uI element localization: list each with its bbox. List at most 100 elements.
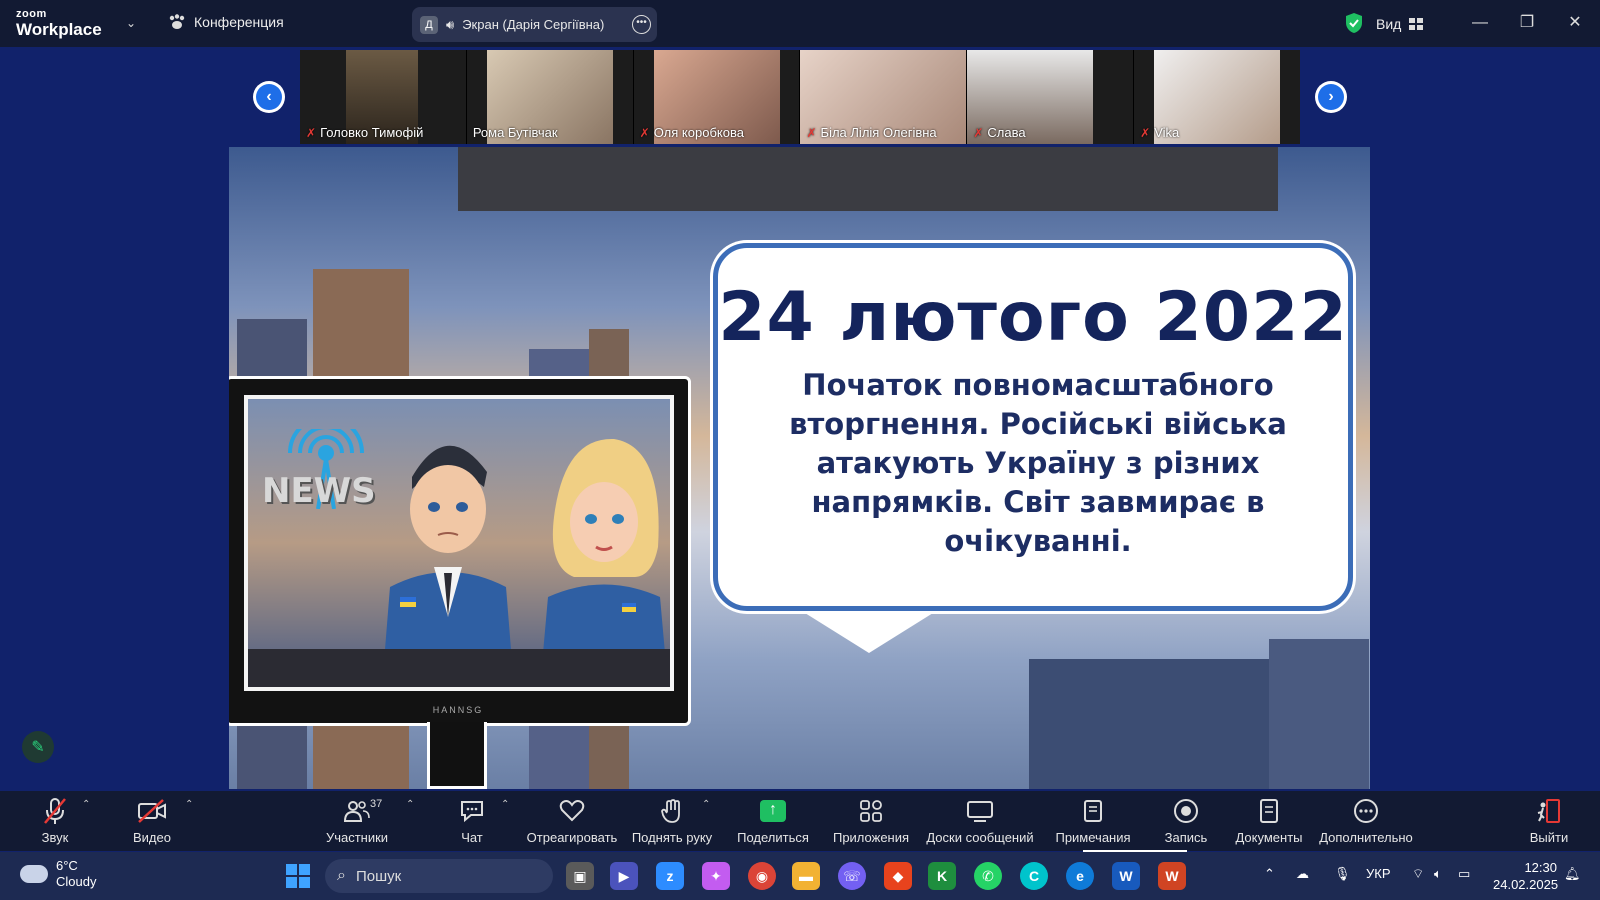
video-label: Видео <box>133 830 171 845</box>
notification-bell-icon[interactable]: 🔔︎ <box>1564 866 1581 882</box>
windows-start-icon[interactable] <box>286 864 310 888</box>
screen-share-indicator[interactable]: Д 🔊︎ Экран (Дарія Сергіївна) ••• <box>412 7 657 42</box>
participants-options-caret[interactable]: ⌃ <box>406 799 414 810</box>
task-view-icon[interactable]: ▣ <box>566 862 594 890</box>
more-options-icon[interactable]: ••• <box>632 15 651 34</box>
minimize-button[interactable]: — <box>1465 10 1495 36</box>
participant-tile[interactable]: ✗ Vika <box>1134 50 1300 144</box>
participant-name: ✗ Оля коробкова <box>639 125 744 140</box>
canva-icon[interactable]: C <box>1020 862 1048 890</box>
video-options-caret[interactable]: ⌃ <box>185 799 193 810</box>
more-button[interactable]: Дополнительно <box>1318 791 1414 851</box>
green-app-icon[interactable]: K <box>928 862 956 890</box>
meeting-info-button[interactable]: Конференция <box>168 14 284 30</box>
battery-icon[interactable]: ▭ <box>1458 866 1470 882</box>
audio-options-caret[interactable]: ⌃ <box>82 799 90 810</box>
system-clock[interactable]: 12:30 24.02.2025 <box>1493 859 1558 893</box>
raise-hand-icon <box>661 799 680 823</box>
participants-count: 37 <box>370 798 383 810</box>
notes-button[interactable]: Примечания <box>1054 791 1132 851</box>
participant-tile[interactable]: ✗ Головко Тимофій <box>300 50 467 144</box>
female-anchor-illustration <box>540 438 668 687</box>
shared-screen[interactable]: 24 лютого 2022 Початок повномасштабного … <box>229 147 1370 789</box>
title-bar: zoom Workplace ⌄ Конференция Д 🔊︎ Экран … <box>0 0 1600 47</box>
tv-monitor: NEWS HANNSG <box>229 376 691 726</box>
brand-top-text: zoom <box>16 8 47 20</box>
wifi-icon[interactable]: ⌔ <box>1412 866 1424 882</box>
close-button[interactable]: ✕ <box>1560 10 1590 36</box>
docs-button[interactable]: Документы <box>1234 791 1304 851</box>
mic-muted-icon: ✗ <box>1140 125 1151 140</box>
apps-label: Приложения <box>832 830 910 845</box>
zoom-meeting-window: zoom Workplace ⌄ Конференция Д 🔊︎ Экран … <box>0 0 1600 900</box>
building <box>1029 659 1269 789</box>
chevron-left-icon: ‹ <box>256 84 282 110</box>
participant-tile[interactable]: ✗ Слава <box>967 50 1135 144</box>
participant-name: ✗ Vika <box>1140 125 1180 140</box>
file-explorer-icon[interactable]: ▬ <box>792 862 820 890</box>
brave-icon[interactable]: ◆ <box>884 862 912 890</box>
tv-brand-label: HANNSG <box>432 705 484 715</box>
restore-button[interactable]: ❐ <box>1512 10 1542 36</box>
participant-tile[interactable]: ✗ Біла Лілія Олегівна <box>800 50 968 144</box>
encryption-shield-icon[interactable] <box>1344 12 1364 34</box>
chrome-icon[interactable]: ◉ <box>748 862 776 890</box>
whiteboards-button[interactable]: Доски сообщений <box>924 791 1036 851</box>
participant-tile[interactable]: ✗ Оля коробкова <box>634 50 801 144</box>
copilot-icon[interactable]: ✦ <box>702 862 730 890</box>
raise-hand-options-caret[interactable]: ⌃ <box>702 799 710 810</box>
speaker-icon: 🔊︎ <box>446 16 455 32</box>
participant-name: ✗ Головко Тимофій <box>306 125 424 140</box>
weather-widget[interactable]: 6°C Cloudy <box>20 858 96 890</box>
chevron-down-icon[interactable]: ⌄ <box>126 16 136 30</box>
apps-button[interactable]: Приложения <box>830 791 912 851</box>
volume-icon[interactable]: 🔈︎ <box>1434 866 1442 882</box>
show-hidden-icons[interactable]: ⌃ <box>1264 866 1275 882</box>
previous-page-button[interactable]: ‹ <box>253 81 285 113</box>
view-button[interactable]: Вид <box>1376 12 1424 36</box>
word-icon[interactable]: W <box>1112 862 1140 890</box>
screen-share-label: Экран (Дарія Сергіївна) <box>462 17 605 32</box>
react-button[interactable]: Отреагировать <box>524 791 620 851</box>
taskbar-search[interactable]: ⌕ Пошук <box>325 859 553 893</box>
teams-icon[interactable]: ▶ <box>610 862 638 890</box>
record-button[interactable]: Запись <box>1162 791 1210 851</box>
grid-view-icon <box>1409 18 1424 30</box>
audio-label: Звук <box>41 830 69 845</box>
clock-time: 12:30 <box>1524 860 1557 875</box>
slide-date: 24 лютого 2022 <box>718 278 1348 357</box>
brand-bottom-text: Workplace <box>16 20 102 39</box>
participant-name: Рома Бутівчак <box>472 125 558 140</box>
participants-paw-icon <box>169 14 185 29</box>
share-screen-button[interactable]: ↑ Поделиться <box>737 791 809 851</box>
participants-button[interactable]: 37 Участники <box>322 791 392 851</box>
leave-label: Выйти <box>1529 830 1569 845</box>
record-icon <box>1174 799 1198 823</box>
annotate-pencil-icon[interactable]: ✎ <box>22 731 54 763</box>
chat-options-caret[interactable]: ⌃ <box>501 799 509 810</box>
male-anchor-illustration <box>382 445 514 687</box>
viber-icon[interactable]: ☏ <box>838 862 866 890</box>
chat-bubble-icon <box>461 801 483 823</box>
meeting-label: Конференция <box>194 14 284 30</box>
notes-icon <box>1084 800 1102 822</box>
presentation-app-icon[interactable]: W <box>1158 862 1186 890</box>
view-label: Вид <box>1376 16 1402 32</box>
video-button[interactable]: Видео <box>128 791 176 851</box>
leave-button[interactable]: Выйти <box>1528 791 1570 851</box>
more-label: Дополнительно <box>1319 830 1413 845</box>
zoom-app-icon[interactable]: z <box>656 862 684 890</box>
share-arrow-icon: ↑ <box>760 800 786 822</box>
microphone-muted-icon <box>44 798 66 824</box>
keyboard-language[interactable]: УКР <box>1366 866 1391 881</box>
participant-tile[interactable]: Рома Бутівчак <box>467 50 634 144</box>
next-page-button[interactable]: › <box>1315 81 1347 113</box>
whiteboard-icon <box>967 801 993 822</box>
microphone-icon[interactable]: 🎙︎ <box>1334 866 1351 882</box>
onedrive-cloud-icon[interactable]: ☁ <box>1296 866 1309 882</box>
chat-button[interactable]: Чат <box>452 791 492 851</box>
audio-button[interactable]: Звук <box>34 791 76 851</box>
zoom-workplace-logo[interactable]: zoom Workplace <box>16 8 102 39</box>
whatsapp-icon[interactable]: ✆ <box>974 862 1002 890</box>
edge-icon[interactable]: e <box>1066 862 1094 890</box>
